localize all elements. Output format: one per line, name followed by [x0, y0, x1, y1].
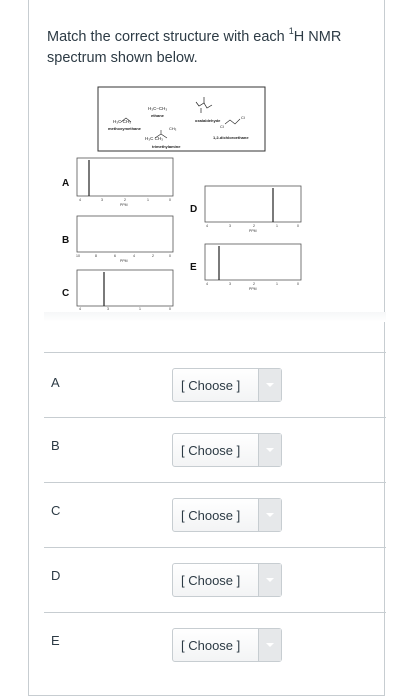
svg-text:3: 3: [229, 282, 231, 286]
svg-text:2: 2: [124, 198, 126, 202]
svg-text:4: 4: [206, 224, 208, 228]
spectrum-b-frame: [76, 215, 174, 253]
oxalaldehyde-label: oxalaldehyde: [195, 118, 221, 123]
svg-text:PPM: PPM: [120, 259, 128, 263]
select-c-value: [ Choose ]: [181, 508, 241, 523]
svg-text:4: 4: [79, 198, 81, 202]
spectrum-a-frame: [76, 157, 174, 197]
svg-text:0: 0: [169, 307, 171, 310]
chevron-down-icon: [266, 513, 274, 517]
select-e-value: [ Choose ]: [181, 638, 241, 653]
row-label-c: C: [51, 503, 61, 518]
divider: [44, 352, 386, 353]
trimethylamine-label: trimethylamine: [152, 144, 181, 149]
select-b[interactable]: [ Choose ]: [172, 433, 282, 467]
svg-text:0: 0: [297, 282, 299, 286]
svg-text:1: 1: [147, 198, 149, 202]
select-a-value: [ Choose ]: [181, 378, 241, 393]
svg-text:1: 1: [276, 282, 278, 286]
ethane-label: ethane: [151, 113, 165, 118]
divider: [44, 612, 386, 613]
svg-text:0: 0: [169, 254, 171, 258]
chevron-down-icon: [266, 578, 274, 582]
svg-text:0: 0: [297, 224, 299, 228]
svg-text:4: 4: [133, 254, 135, 258]
svg-text:PPM: PPM: [120, 203, 128, 207]
spectrum-label-e: E: [190, 262, 197, 273]
svg-text:Cl: Cl: [241, 115, 245, 120]
spectrum-label-c: C: [62, 288, 69, 299]
svg-text:1: 1: [276, 224, 278, 228]
methoxymethane-label: methoxymethane: [108, 126, 142, 131]
figure-bottom-shade: [44, 312, 386, 322]
chevron-down-icon: [266, 383, 274, 387]
trimethylamine-formula: H₃C CH₃: [145, 136, 163, 141]
chevron-down-icon: [266, 448, 274, 452]
svg-text:4: 4: [79, 307, 81, 310]
svg-text:3: 3: [107, 307, 109, 310]
row-label-b: B: [51, 438, 60, 453]
svg-text:2: 2: [253, 282, 255, 286]
nmr-figure: H₃C–CH₃ ethane H₃C CH₃ methoxymethane ox…: [62, 86, 302, 310]
svg-text:PPM: PPM: [249, 287, 257, 291]
select-b-value: [ Choose ]: [181, 443, 241, 458]
ethane-formula: H₃C–CH₃: [148, 106, 167, 111]
spectrum-d-frame: [204, 185, 302, 223]
select-c[interactable]: [ Choose ]: [172, 498, 282, 532]
select-d[interactable]: [ Choose ]: [172, 563, 282, 597]
spectrum-label-b: B: [62, 235, 69, 246]
divider: [44, 547, 386, 548]
svg-text:PPM: PPM: [249, 229, 257, 233]
row-label-d: D: [51, 568, 61, 583]
svg-text:6: 6: [114, 254, 116, 258]
svg-text:0: 0: [169, 198, 171, 202]
trimethylamine-ch3: CH₃: [169, 126, 177, 131]
select-a[interactable]: [ Choose ]: [172, 368, 282, 402]
svg-text:8: 8: [95, 254, 97, 258]
question-card: Match the correct structure with each 1H…: [28, 0, 386, 696]
divider: [44, 417, 386, 418]
spectrum-label-d: D: [190, 204, 197, 215]
divider: [44, 482, 386, 483]
svg-text:3: 3: [101, 198, 103, 202]
svg-text:Cl: Cl: [220, 124, 224, 129]
svg-text:3: 3: [229, 224, 231, 228]
select-e[interactable]: [ Choose ]: [172, 628, 282, 662]
svg-text:10: 10: [76, 254, 80, 258]
svg-text:4: 4: [206, 282, 208, 286]
svg-text:2: 2: [253, 224, 255, 228]
spectrum-c-frame: [76, 269, 174, 307]
chevron-down-icon: [266, 643, 274, 647]
row-label-e: E: [51, 633, 60, 648]
spectrum-label-a: A: [62, 178, 69, 189]
svg-text:1: 1: [139, 307, 141, 310]
select-d-value: [ Choose ]: [181, 573, 241, 588]
svg-text:2: 2: [152, 254, 154, 258]
row-label-a: A: [51, 375, 60, 390]
dichloroethane-label: 1,2-dichloroethane: [213, 135, 249, 140]
